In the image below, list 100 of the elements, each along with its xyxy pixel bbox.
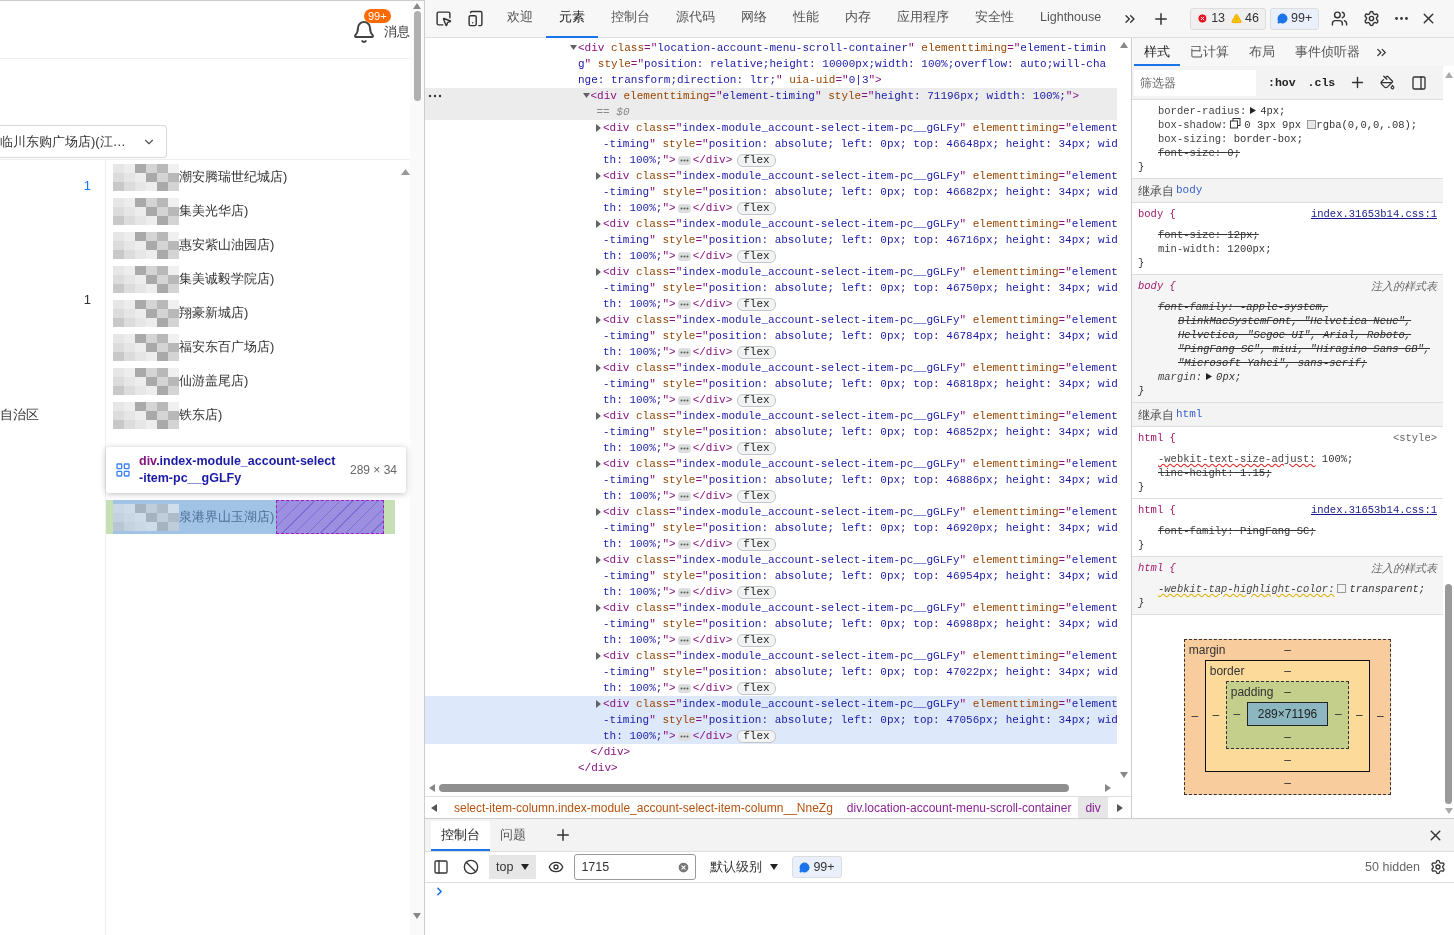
box-value[interactable]: – (1284, 752, 1291, 767)
collapsed-content-button[interactable] (677, 299, 691, 309)
scroll-up-icon[interactable] (1120, 42, 1128, 48)
context-select[interactable]: top (489, 855, 537, 879)
breadcrumb[interactable]: div.location-account-menu-scroll-container (839, 796, 1079, 819)
dom-node-row[interactable]: <div class="index-module_account-select-item-pc__gGLFy" elementtiming="element-timing" style="position: absolute; left: 0px; top: 46648px; height: 34px; width: 100%;"> </div> flex (425, 120, 1117, 168)
dom-node-row[interactable]: <div class="index-module_account-select-item-pc__gGLFy" elementtiming="element-timing" style="position: absolute; left: 0px; top: 46954px; height: 34px; width: 100%;"> </div> flex (425, 552, 1117, 600)
collapsed-content-button[interactable] (677, 587, 691, 597)
scroll-right-icon[interactable] (1117, 803, 1123, 812)
more-dots-icon[interactable] (428, 94, 442, 98)
store-option[interactable]: 翔豪新城店) (179, 303, 249, 323)
scroll-up-icon[interactable] (413, 3, 421, 9)
css-property-name[interactable]: border-radius: (1158, 105, 1247, 117)
store-select[interactable]: 临川东购广场店)(江… (0, 125, 167, 158)
collapsed-content-button[interactable] (677, 443, 691, 453)
layout-badge[interactable]: flex (737, 585, 776, 599)
store-option[interactable]: 惠安紫山油园店) (179, 235, 275, 255)
devtools-tab[interactable]: 控制台 (598, 0, 663, 38)
css-declaration[interactable]: font-size: 0; (1158, 146, 1437, 160)
collapsed-content-button[interactable] (677, 347, 691, 357)
dom-node-row[interactable]: <div class="index-module_account-select-item-pc__gGLFy" elementtiming="element-timing" style="position: absolute; left: 0px; top: 47056px; height: 34px; width: 100%;"> </div> flex (425, 696, 1117, 744)
dom-node-row[interactable]: <div class="index-module_account-select-item-pc__gGLFy" elementtiming="element-timing" style="position: absolute; left: 0px; top: 46818px; height: 34px; width: 100%;"> </div> flex (425, 360, 1117, 408)
collapsed-content-button[interactable] (677, 203, 691, 213)
settings-icon[interactable] (1363, 10, 1381, 27)
devtools-tab[interactable]: Lighthouse (1027, 0, 1115, 38)
layout-badge[interactable]: flex (737, 681, 776, 695)
scroll-right-icon[interactable] (1105, 784, 1111, 792)
notification-bell-icon[interactable] (352, 19, 376, 44)
drawer-tab[interactable]: 问题 (490, 821, 536, 851)
layout-badge[interactable]: flex (737, 153, 776, 167)
log-level-select[interactable]: 默认级别 (710, 857, 779, 877)
collapsed-content-button[interactable] (677, 251, 691, 261)
users-icon[interactable] (1331, 10, 1349, 27)
css-declaration[interactable]: font-size: 12px; (1158, 228, 1437, 242)
inherited-element-link[interactable]: body (1176, 182, 1203, 199)
dom-node-row[interactable]: <div class="index-module_account-select-item-pc__gGLFy" elementtiming="element-timing" style="position: absolute; left: 0px; top: 46988px; height: 34px; width: 100%;"> </div> flex (425, 600, 1117, 648)
store-option[interactable]: 福安东百广场店) (179, 337, 275, 357)
dom-node-row[interactable]: <div class="index-module_account-select-item-pc__gGLFy" elementtiming="element-timing" style="position: absolute; left: 0px; top: 46716px; height: 34px; width: 100%;"> </div> flex (425, 216, 1117, 264)
panel-toggle-icon[interactable] (1411, 74, 1428, 91)
devtools-tab[interactable]: 性能 (780, 0, 832, 38)
styles-tab[interactable]: 布局 (1239, 40, 1285, 66)
content-size[interactable]: 289×71196 (1246, 701, 1329, 726)
messages-label[interactable]: 消息 (384, 21, 410, 42)
layout-badge[interactable]: flex (737, 441, 776, 455)
device-toggle-icon[interactable] (467, 10, 484, 27)
eye-icon[interactable] (548, 859, 565, 875)
message-counter[interactable]: 99+ (792, 856, 842, 878)
breadcrumb[interactable]: div (1078, 796, 1108, 819)
css-property-name[interactable]: margin: (1158, 371, 1203, 383)
box-value[interactable]: – (1284, 729, 1291, 744)
store-option[interactable]: 潮安腾瑞世纪城店) (179, 167, 288, 187)
css-declaration[interactable]: font-family: PingFang SC; (1158, 524, 1437, 538)
layout-badge[interactable]: flex (737, 729, 776, 743)
styles-filter-field[interactable]: 筛选器 (1134, 69, 1256, 96)
devtools-tab[interactable]: 网络 (728, 0, 780, 38)
css-declaration[interactable]: line-height: 1.15; (1158, 466, 1437, 480)
scroll-down-icon[interactable] (1120, 772, 1128, 778)
css-property-name[interactable]: -webkit-tap-highlight-color: (1158, 583, 1335, 595)
collapsed-content-button[interactable] (677, 395, 691, 405)
css-declaration[interactable]: min-width: 1200px; (1158, 242, 1437, 256)
devtools-tab[interactable]: 内存 (832, 0, 884, 38)
console-filter-field[interactable]: 1715 (574, 854, 697, 880)
collapsed-content-button[interactable] (677, 539, 691, 549)
css-property-name[interactable]: box-shadow: (1158, 119, 1228, 131)
dom-node-row[interactable]: <div class="index-module_account-select-item-pc__gGLFy" elementtiming="element-timing" style="position: absolute; left: 0px; top: 46682px; height: 34px; width: 100%;"> </div> flex (425, 168, 1117, 216)
box-value[interactable]: – (1370, 706, 1391, 725)
dom-node-row[interactable]: <div class="index-module_account-select-item-pc__gGLFy" elementtiming="element-timing" style="position: absolute; left: 0px; top: 46886px; height: 34px; width: 100%;"> </div> flex (425, 456, 1117, 504)
scrollbar-thumb[interactable] (1445, 584, 1452, 804)
shadow-editor-icon[interactable] (1230, 118, 1242, 129)
box-value[interactable]: – (1284, 775, 1291, 790)
store-option[interactable]: 铁东店) (179, 405, 223, 425)
layout-badge[interactable]: flex (737, 633, 776, 647)
dom-node-row[interactable]: <div class="index-module_account-select-item-pc__gGLFy" elementtiming="element-timing" style="position: absolute; left: 0px; top: 46750px; height: 34px; width: 100%;"> </div> flex (425, 264, 1117, 312)
breadcrumb[interactable]: select-item-column.index-module_account-select-item-column__NneZg (447, 796, 840, 819)
layout-badge[interactable]: flex (737, 393, 776, 407)
box-value[interactable]: – (1184, 706, 1205, 725)
scroll-left-icon[interactable] (431, 803, 437, 812)
styles-tab[interactable]: 已计算 (1180, 40, 1239, 66)
dom-node-row[interactable]: <div class="index-module_account-select-item-pc__gGLFy" elementtiming="element-timing" style="position: absolute; left: 0px; top: 46852px; height: 34px; width: 100%;"> </div> flex (425, 408, 1117, 456)
layout-badge[interactable]: flex (737, 345, 776, 359)
layout-badge[interactable]: flex (737, 297, 776, 311)
paint-bucket-icon[interactable] (1380, 75, 1396, 90)
dom-node-row[interactable]: <div elementtiming="element-timing" style="height: 71196px; width: 100%;"> == $0 (425, 88, 1117, 120)
collapsed-content-button[interactable] (677, 491, 691, 501)
collapsed-content-button[interactable] (677, 635, 691, 645)
clear-console-icon[interactable] (463, 859, 479, 875)
stylesheet-link[interactable]: index.31653b14.css:1 (1310, 207, 1437, 221)
drawer-tab[interactable]: 控制台 (431, 821, 490, 851)
box-value[interactable]: – (1284, 681, 1291, 702)
css-declaration[interactable]: box-sizing: border-box; (1158, 132, 1437, 146)
scroll-left-icon[interactable] (429, 784, 435, 792)
store-option[interactable]: 仙游盖尾店) (179, 371, 249, 391)
devtools-tab[interactable]: 应用程序 (884, 0, 962, 38)
scroll-up-icon[interactable] (401, 169, 410, 175)
styles-tab[interactable]: 事件侦听器 (1285, 40, 1370, 66)
expand-triangle-icon[interactable] (1249, 106, 1258, 115)
dom-node-row[interactable]: <div class="index-module_account-select-item-pc__gGLFy" elementtiming="element-timing" style="position: absolute; left: 0px; top: 46920px; height: 34px; width: 100%;"> </div> flex (425, 504, 1117, 552)
devtools-tab[interactable]: 欢迎 (494, 0, 546, 38)
box-value[interactable]: – (1328, 704, 1349, 723)
css-declaration[interactable]: font-family: -apple-system, BlinkMacSystemFont, "Helvetica Neue", Helvetica, "Segoe UI", Arial, Roboto, "PingFang SC", miui, "Hiragino Sans GB", "Microsoft Yahei", sans-serif; (1158, 300, 1437, 370)
